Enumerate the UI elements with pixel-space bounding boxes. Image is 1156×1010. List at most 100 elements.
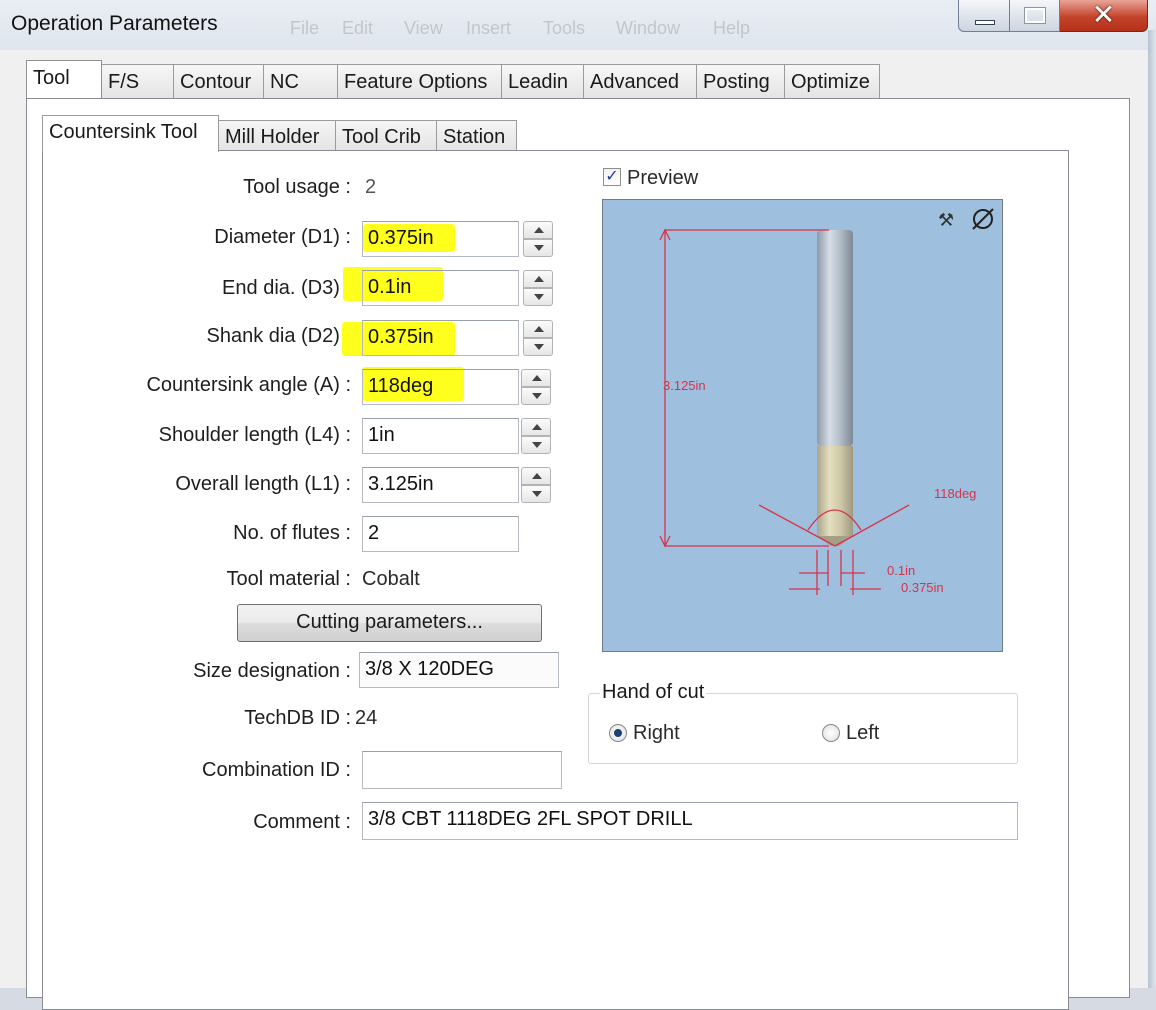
tab-feature-options[interactable]: Feature Options	[337, 64, 502, 98]
ghost-menu-view: View	[404, 18, 443, 38]
tool-usage-value: 2	[365, 176, 377, 198]
tool-shank	[817, 230, 853, 446]
spin-up-icon[interactable]	[523, 221, 553, 239]
size-designation-label: Size designation :	[193, 660, 351, 682]
spin-up-icon[interactable]	[521, 467, 551, 485]
tab-advanced[interactable]: Advanced	[583, 64, 697, 98]
spin-down-icon[interactable]	[523, 239, 553, 257]
window-title: Operation Parameters	[11, 12, 218, 35]
end-dia-label: End dia. (D3) :	[222, 277, 351, 299]
combination-id-label: Combination ID :	[202, 759, 351, 781]
spin-down-icon[interactable]	[523, 288, 553, 306]
preview-checkbox[interactable]: ✓	[603, 168, 621, 186]
shank-dia-label: Shank dia (D2) :	[206, 325, 351, 347]
angle-dim-label: 118deg	[934, 486, 976, 501]
flutes-value: 2	[368, 522, 380, 544]
spin-up-icon[interactable]	[523, 320, 553, 338]
size-designation-value: 3/8 X 120DEG	[365, 658, 494, 680]
tool-material-label: Tool material :	[226, 568, 352, 590]
diameter-label: Diameter (D1) :	[214, 226, 351, 248]
tab-posting[interactable]: Posting	[696, 64, 785, 98]
spin-down-icon[interactable]	[521, 436, 551, 454]
tool-view-icon[interactable]: ⚒	[938, 210, 954, 231]
overall-length-spinner[interactable]	[521, 467, 551, 503]
tab-optimize[interactable]: Optimize	[784, 64, 880, 98]
dimension-lines	[659, 228, 910, 595]
ghost-menu-file: File	[290, 18, 320, 38]
maximize-button[interactable]	[1010, 0, 1060, 32]
overall-length-value: 3.125in	[368, 473, 434, 495]
end-dia-spinner[interactable]	[523, 270, 553, 306]
end-dia-value: 0.1in	[368, 276, 412, 298]
shank-dia-field[interactable]: 0.375in	[362, 320, 519, 356]
preview-label: Preview	[627, 167, 699, 189]
tab-leadin[interactable]: Leadin	[501, 64, 584, 98]
close-button[interactable]: ✕	[1060, 0, 1148, 32]
shoulder-length-spinner[interactable]	[521, 418, 551, 454]
overall-length-label: Overall length (L1) :	[175, 473, 351, 495]
ghost-menu-edit: Edit	[342, 18, 374, 38]
combination-id-field[interactable]	[362, 751, 562, 789]
tool-usage-label: Tool usage :	[243, 176, 351, 198]
overall-dim-label: 3.125in	[663, 378, 706, 393]
spin-down-icon[interactable]	[523, 338, 553, 356]
window-frame-right	[1148, 30, 1156, 988]
ghost-menu-tools: Tools	[543, 18, 586, 38]
hand-left-radio[interactable]	[822, 724, 840, 742]
hand-right-radio[interactable]	[609, 724, 627, 742]
comment-field[interactable]: 3/8 CBT 1118DEG 2FL SPOT DRILL	[362, 802, 1018, 840]
diameter-spinner[interactable]	[523, 221, 553, 257]
comment-value: 3/8 CBT 1118DEG 2FL SPOT DRILL	[368, 808, 693, 830]
flutes-label: No. of flutes :	[233, 522, 351, 544]
spin-up-icon[interactable]	[521, 418, 551, 436]
tab-contour[interactable]: Contour	[173, 64, 264, 98]
subtab-countersink-tool[interactable]: Countersink Tool	[42, 115, 219, 152]
comment-label: Comment :	[253, 811, 351, 833]
hand-right-label[interactable]: Right	[633, 722, 680, 745]
ghost-menu-window: Window	[616, 18, 681, 38]
countersink-angle-label: Countersink angle (A) :	[146, 374, 351, 396]
hand-left-label[interactable]: Left	[846, 722, 879, 745]
tool-material-value: Cobalt	[362, 568, 420, 590]
countersink-angle-field[interactable]: 118deg	[362, 369, 519, 405]
diameter-field[interactable]: 0.375in	[362, 221, 519, 257]
shoulder-length-field[interactable]: 1in	[362, 418, 519, 454]
shoulder-length-label: Shoulder length (L4) :	[158, 424, 351, 446]
hide-holder-icon[interactable]	[972, 208, 994, 230]
subtab-tool-crib[interactable]: Tool Crib	[335, 120, 437, 152]
overall-length-field[interactable]: 3.125in	[362, 467, 519, 503]
end-dia-dim-label: 0.1in	[887, 563, 915, 578]
hand-of-cut-title: Hand of cut	[600, 681, 707, 704]
spin-up-icon[interactable]	[521, 369, 551, 387]
flutes-field[interactable]: 2	[362, 516, 519, 552]
spin-down-icon[interactable]	[521, 485, 551, 503]
techdb-id-label: TechDB ID :	[244, 707, 351, 729]
close-icon: ✕	[1091, 0, 1116, 30]
countersink-angle-value: 118deg	[368, 375, 434, 397]
ghost-menu-insert: Insert	[466, 18, 512, 38]
tool-preview-pane: ⚒ 3.125in 118deg 0.1in 0.375in	[602, 199, 1003, 652]
tab-fs[interactable]: F/S	[101, 64, 174, 98]
shank-dia-value: 0.375in	[368, 326, 434, 348]
svg-text:⚒: ⚒	[938, 210, 954, 231]
tool-flute	[817, 446, 853, 536]
cutting-parameters-button[interactable]: Cutting parameters...	[237, 604, 542, 642]
minimize-button[interactable]	[958, 0, 1010, 32]
countersink-angle-spinner[interactable]	[521, 369, 551, 405]
spin-up-icon[interactable]	[523, 270, 553, 288]
minimize-icon	[975, 20, 995, 25]
maximize-icon	[1024, 7, 1046, 24]
tab-nc[interactable]: NC	[263, 64, 338, 98]
subtab-mill-holder[interactable]: Mill Holder	[218, 120, 336, 152]
shoulder-length-value: 1in	[368, 424, 395, 446]
diameter-value: 0.375in	[368, 227, 434, 249]
tool-preview-drawing: ⚒ 3.125in 118deg 0.1in 0.375in	[659, 208, 994, 595]
title-bar: Operation Parameters File Edit View Inse…	[0, 0, 1156, 50]
spin-down-icon[interactable]	[521, 387, 551, 405]
size-designation-field[interactable]: 3/8 X 120DEG	[359, 652, 559, 688]
techdb-id-value: 24	[355, 707, 378, 729]
end-dia-field[interactable]: 0.1in	[362, 270, 519, 306]
tab-tool[interactable]: Tool	[26, 60, 102, 98]
shank-dia-spinner[interactable]	[523, 320, 553, 356]
subtab-station[interactable]: Station	[436, 120, 517, 152]
